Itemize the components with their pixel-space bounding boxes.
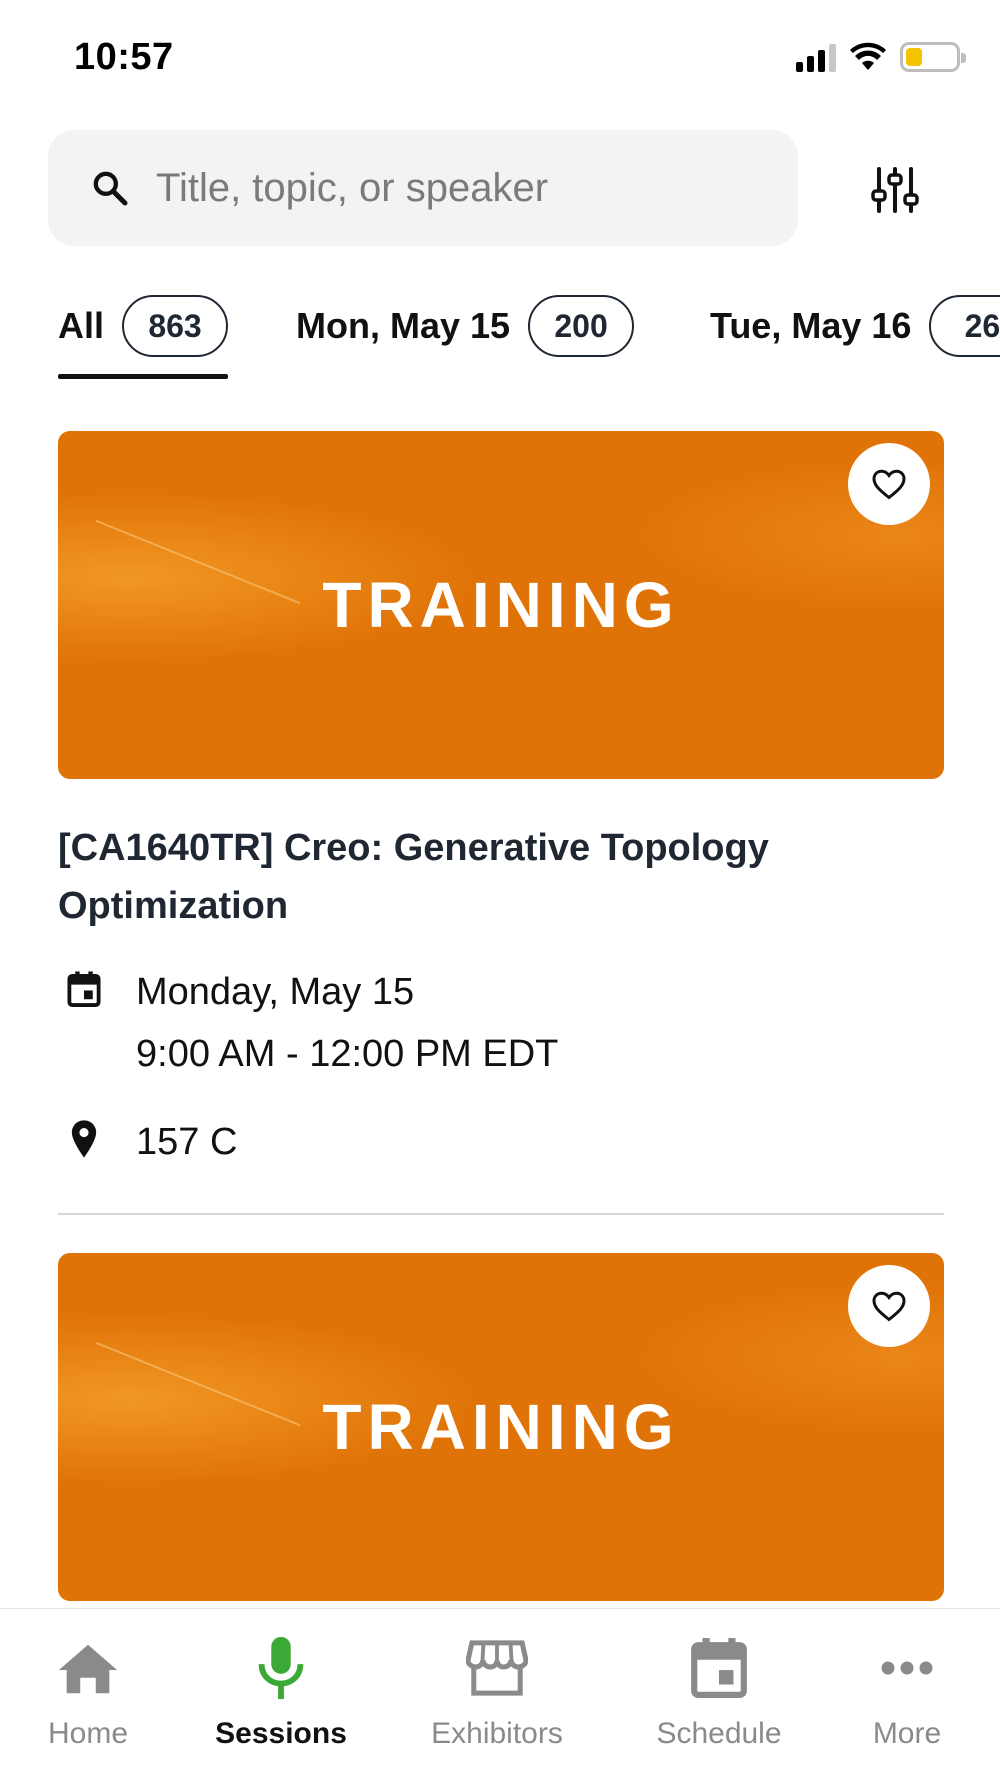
nav-label: Sessions: [215, 1717, 347, 1750]
calendar-icon: [58, 963, 110, 1015]
bottom-navigation: Home Sessions Exhibitors Schedule More: [0, 1608, 1000, 1778]
date-tabs: All 863 Mon, May 15 200 Tue, May 16 26: [58, 290, 1000, 382]
card-divider: [58, 1213, 944, 1215]
session-date: Monday, May 15: [136, 971, 415, 1013]
nav-label: Home: [47, 1717, 129, 1750]
favorite-button[interactable]: [848, 1265, 930, 1347]
session-banner[interactable]: TRAINING: [58, 431, 944, 779]
more-dots-icon: [872, 1633, 942, 1703]
session-time: 9:00 AM - 12:00 PM EDT: [136, 1033, 559, 1075]
session-datetime: Monday, May 15 9:00 AM - 12:00 PM EDT: [58, 961, 944, 1085]
session-title[interactable]: [CA1640TR] Creo: Generative Topology Opt…: [58, 819, 918, 935]
tab-label: All: [58, 305, 105, 346]
battery-icon: [900, 42, 966, 72]
session-banner[interactable]: TRAINING: [58, 1253, 944, 1601]
filter-sliders-icon: [871, 167, 919, 213]
cellular-signal-icon: [796, 42, 836, 72]
session-room: 157 C: [136, 1121, 238, 1163]
heart-icon: [872, 469, 906, 500]
nav-exhibitors[interactable]: Exhibitors: [424, 1633, 570, 1751]
wifi-icon: [850, 42, 886, 70]
status-time: 10:57: [74, 36, 174, 78]
nav-sessions[interactable]: Sessions: [215, 1633, 347, 1751]
calendar-icon: [684, 1633, 754, 1703]
session-card[interactable]: TRAINING [CA1640TR] Creo: Generative Top…: [58, 431, 944, 1215]
status-icons: [796, 42, 966, 72]
nav-more[interactable]: More: [862, 1633, 952, 1751]
session-card[interactable]: TRAINING: [58, 1253, 944, 1601]
nav-label: More: [872, 1717, 942, 1750]
home-icon: [53, 1633, 123, 1703]
search-bar: [48, 130, 798, 246]
tab-count-badge: 863: [122, 295, 229, 357]
storefront-icon: [462, 1633, 532, 1703]
tab-label: Mon, May 15: [296, 305, 511, 346]
status-bar: 10:57: [0, 0, 1000, 120]
filter-button[interactable]: [858, 160, 932, 220]
tab-label: Tue, May 16: [710, 305, 912, 346]
tab-tue-may-16[interactable]: Tue, May 16 26: [710, 294, 1000, 358]
nav-schedule[interactable]: Schedule: [650, 1633, 788, 1751]
session-location: 157 C: [58, 1111, 944, 1173]
nav-label: Exhibitors: [431, 1717, 563, 1750]
banner-label: TRAINING: [322, 1391, 680, 1463]
favorite-button[interactable]: [848, 443, 930, 525]
search-input[interactable]: [156, 165, 756, 211]
tab-count-badge: 200: [528, 295, 635, 357]
tab-count-badge: 26: [929, 295, 1000, 357]
nav-home[interactable]: Home: [38, 1633, 138, 1751]
tab-selected-indicator: [58, 374, 228, 379]
heart-icon: [872, 1291, 906, 1322]
search-icon: [88, 166, 132, 210]
microphone-icon: [246, 1633, 316, 1703]
nav-label: Schedule: [656, 1717, 782, 1750]
location-pin-icon: [58, 1113, 110, 1165]
tab-mon-may-15[interactable]: Mon, May 15 200: [296, 294, 635, 358]
tab-all[interactable]: All 863: [58, 294, 229, 358]
banner-label: TRAINING: [322, 569, 680, 641]
